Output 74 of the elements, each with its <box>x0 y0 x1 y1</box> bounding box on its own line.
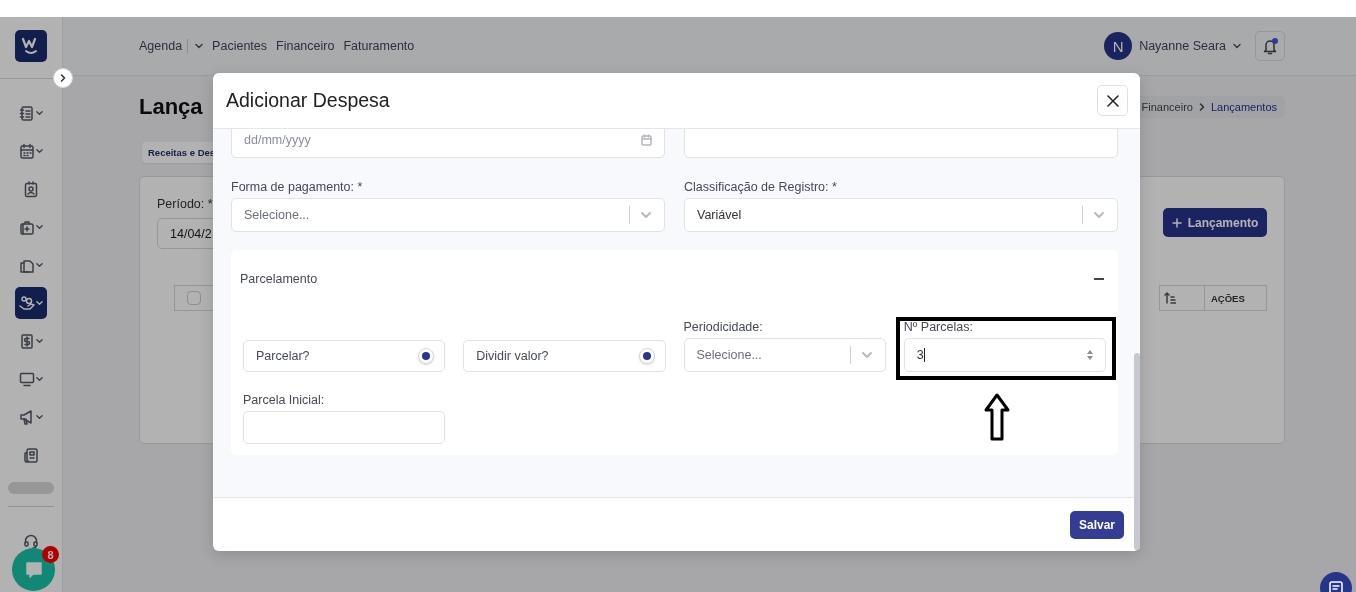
breadcrumb-link[interactable]: Financeiro <box>1141 101 1193 113</box>
periodicity-select[interactable]: Selecione... <box>683 338 886 372</box>
plus-icon <box>1171 217 1182 228</box>
bell-icon <box>1262 37 1278 55</box>
avatar[interactable]: N <box>1104 32 1133 60</box>
monitor-icon <box>19 370 35 388</box>
chevron-down-icon <box>36 338 43 344</box>
calendar-icon <box>19 142 35 160</box>
up-arrow-icon <box>983 393 1011 441</box>
nav-link[interactable]: Financeiro <box>276 39 335 53</box>
date-field[interactable]: dd/mm/yyyy <box>231 129 665 158</box>
hand-coins-icon <box>19 294 35 312</box>
chat-button[interactable] <box>12 548 55 591</box>
field-label: Período: * <box>157 197 213 211</box>
page-title: Lança <box>139 94 203 120</box>
nav-link[interactable]: Pacientes <box>212 39 267 53</box>
message-icon <box>1328 580 1344 592</box>
classification-select[interactable]: Variável <box>684 198 1118 232</box>
chevron-down-icon <box>640 211 652 219</box>
add-entry-button[interactable]: Lançamento <box>1163 208 1267 237</box>
chevron-down-icon <box>36 376 43 382</box>
notifications-button[interactable] <box>1255 31 1285 61</box>
toggle-option[interactable]: Dividir valor? <box>463 340 666 372</box>
chevron-down-icon <box>195 43 204 49</box>
field-label: Parcela Inicial: <box>243 393 326 407</box>
medical-bag-icon <box>19 218 35 236</box>
field-label: Nº Parcelas: <box>903 320 974 334</box>
unread-dot <box>1272 38 1278 44</box>
chevron-down-icon <box>36 148 43 154</box>
text-field[interactable] <box>684 129 1118 158</box>
chevron-down-icon <box>36 110 43 116</box>
payment-method-select[interactable]: Selecione... <box>231 198 665 232</box>
calendar-icon <box>641 134 652 146</box>
notification-count: 8 <box>42 546 59 563</box>
column-header: AÇÕES <box>1205 285 1267 311</box>
chevron-right-icon <box>60 74 66 82</box>
scrollbar-thumb[interactable] <box>1134 353 1140 550</box>
nav-link[interactable]: Faturamento <box>343 39 415 53</box>
chevron-down-icon <box>36 414 43 420</box>
badge-icon <box>23 180 39 198</box>
spinner-arrows-icon <box>1086 348 1094 362</box>
select-all-checkbox[interactable] <box>187 291 201 305</box>
chevron-down-icon <box>36 224 43 230</box>
field-label: Forma de pagamento: * <box>231 180 364 194</box>
modal-title: Adicionar Despesa <box>226 89 390 112</box>
megaphone-icon <box>19 408 35 426</box>
user-name[interactable]: Nayanne Seara <box>1139 39 1226 53</box>
close-icon <box>1106 94 1119 107</box>
dollar-document-icon <box>19 332 35 350</box>
chevron-down-icon <box>1093 211 1105 219</box>
nav-link[interactable]: Agenda <box>139 39 204 53</box>
headset-icon[interactable] <box>23 533 39 549</box>
checkbox[interactable] <box>638 348 655 364</box>
speech-bubble-icon <box>23 559 44 580</box>
field-label: Periodicidade: <box>683 320 764 334</box>
newspaper-icon <box>23 446 39 464</box>
sidebar-item[interactable] <box>15 287 47 319</box>
close-button[interactable] <box>1097 85 1128 116</box>
chevron-down-icon <box>1233 43 1241 49</box>
chevron-right-icon <box>1198 103 1205 111</box>
sort-icon[interactable] <box>1164 292 1176 304</box>
section-title: Parcelamento <box>240 272 318 286</box>
save-button[interactable]: Salvar <box>1069 510 1124 539</box>
field-label: Classificação de Registro: * <box>684 180 838 194</box>
chevron-down-icon <box>36 262 43 268</box>
toggle-option[interactable]: Parcelar? <box>243 340 446 372</box>
notebook-icon <box>19 104 35 122</box>
breadcrumb-link[interactable]: Lançamentos <box>1210 101 1277 113</box>
chevron-down-icon <box>860 351 873 359</box>
expand-sidebar-button[interactable] <box>53 68 73 88</box>
text-field[interactable] <box>243 411 446 444</box>
checkbox[interactable] <box>418 348 435 364</box>
number-field[interactable]: 3 <box>903 338 1106 372</box>
chevron-down-icon <box>36 300 43 306</box>
